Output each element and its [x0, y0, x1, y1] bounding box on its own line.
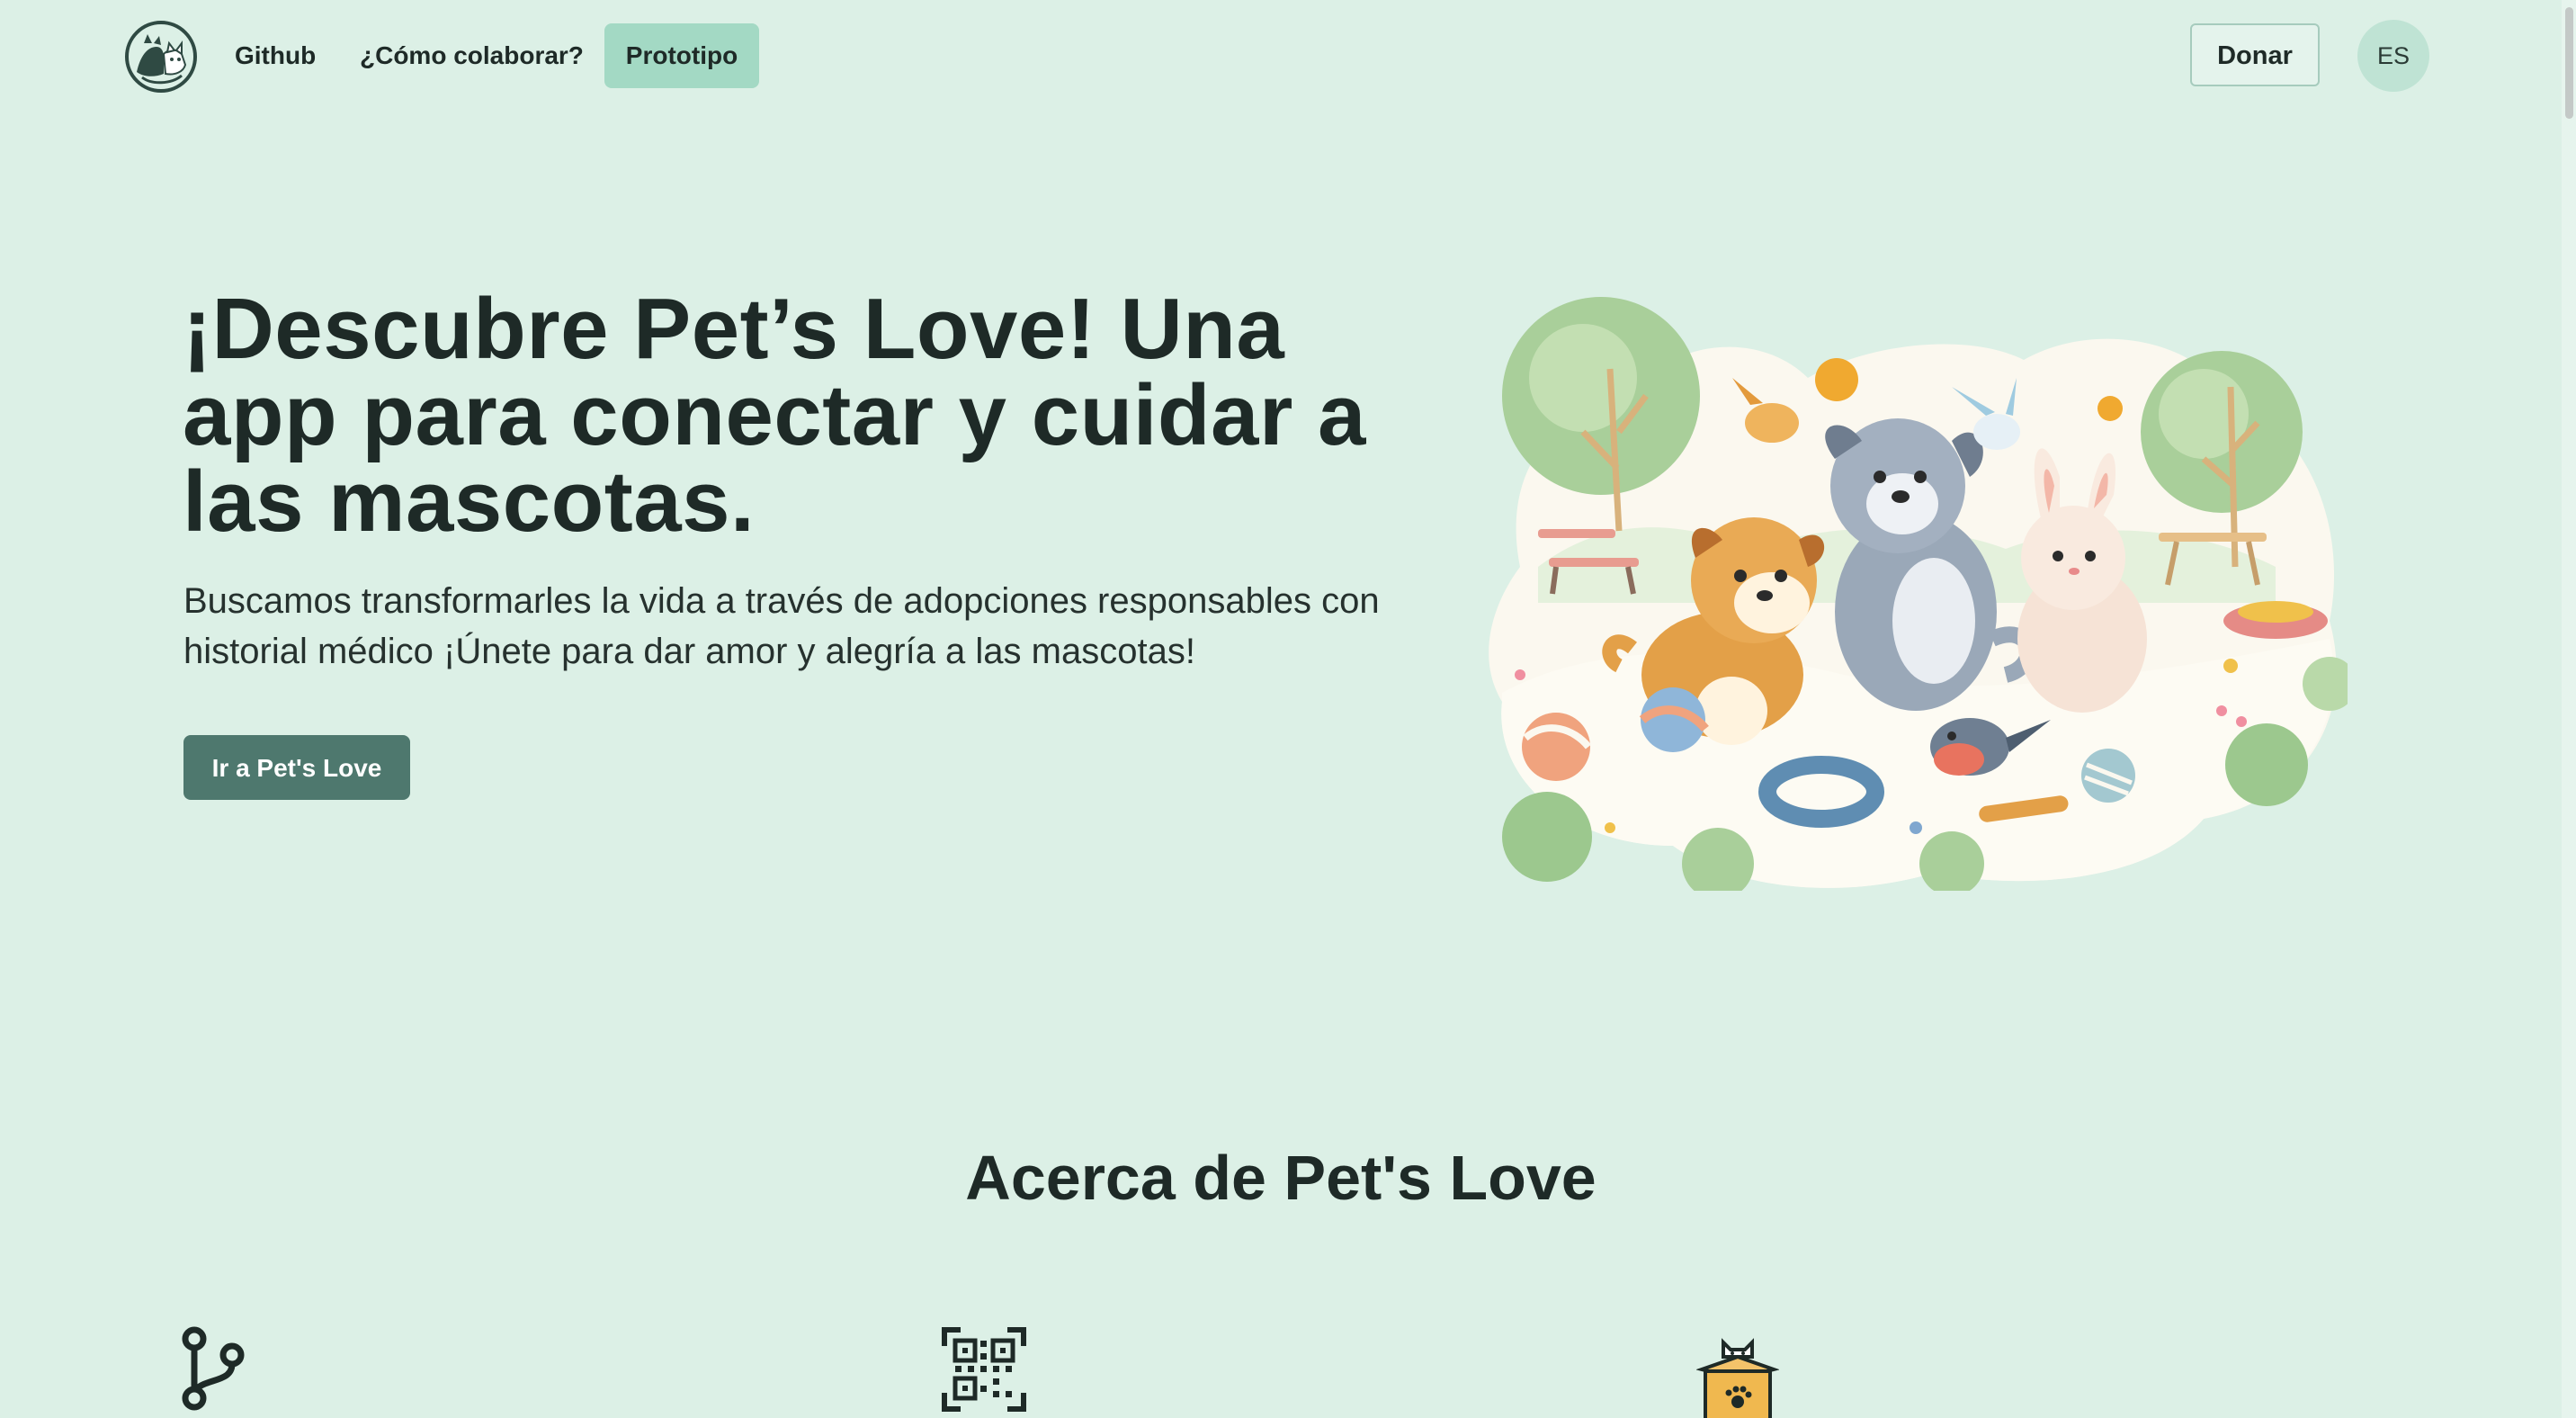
scrollbar-track[interactable] — [2562, 0, 2576, 1418]
page: Github ¿Cómo colaborar? Prototipo Donar … — [0, 0, 2576, 1418]
cat-in-box-icon — [1695, 1326, 1780, 1418]
scrollbar-thumb[interactable] — [2565, 7, 2573, 119]
navbar: Github ¿Cómo colaborar? Prototipo Donar … — [0, 0, 2576, 112]
go-to-app-button[interactable]: Ir a Pet's Love — [183, 735, 410, 800]
hero-title: ¡Descubre Pet’s Love! Una app para conec… — [183, 281, 1366, 550]
hero-subtitle: Buscamos transformarles la vida a través… — [183, 581, 1380, 671]
language-selector[interactable]: ES — [2357, 20, 2429, 92]
git-branch-icon — [180, 1326, 246, 1411]
nav-github-link[interactable]: Github — [235, 23, 316, 88]
donate-button[interactable]: Donar — [2190, 23, 2320, 86]
nav-colaborar-link[interactable]: ¿Cómo colaborar? — [360, 23, 584, 88]
about-title: Acerca de Pet's Love — [965, 1143, 1597, 1213]
pets-logo-icon[interactable] — [124, 20, 198, 94]
pets-in-park-illustration — [1466, 297, 2357, 900]
nav-prototipo-link[interactable]: Prototipo — [604, 23, 759, 88]
qr-code-icon — [941, 1326, 1027, 1413]
